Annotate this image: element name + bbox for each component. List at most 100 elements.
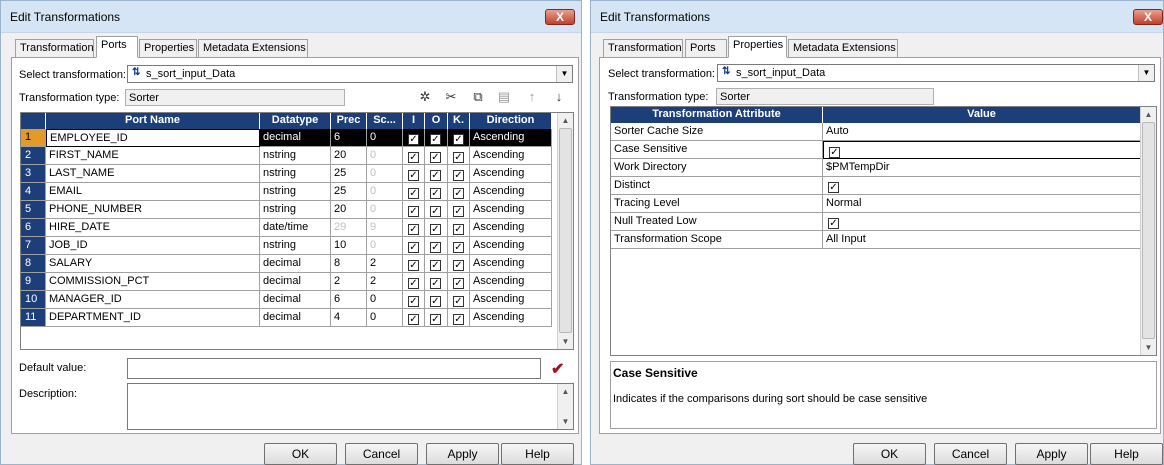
close-button[interactable]: X [1133,9,1163,25]
precision-cell[interactable]: 29 [331,219,367,237]
port-row[interactable]: 2 FIRST_NAME nstring 20 0 ✓ ✓ ✓ Ascending [21,147,552,165]
precision-cell[interactable]: 4 [331,309,367,327]
port-name-cell[interactable]: DEPARTMENT_ID [46,309,260,327]
paste-icon[interactable]: ▤ [495,89,513,105]
cancel-button[interactable]: Cancel [934,443,1007,465]
port-row[interactable]: 1 EMPLOYEE_ID decimal 6 0 ✓ ✓ ✓ Ascending [21,129,552,147]
port-row[interactable]: 3 LAST_NAME nstring 25 0 ✓ ✓ ✓ Ascending [21,165,552,183]
value-cell[interactable]: Auto [823,123,1141,141]
chevron-down-icon[interactable]: ▼ [556,66,572,82]
checkbox-checked-icon[interactable]: ✓ [430,260,441,271]
checkbox-checked-icon[interactable]: ✓ [408,314,419,325]
port-name-cell[interactable]: JOB_ID [46,237,260,255]
description-input[interactable]: ▲ ▼ [127,383,574,430]
column-header-datatype[interactable]: Datatype [260,113,331,129]
port-row[interactable]: 5 PHONE_NUMBER nstring 20 0 ✓ ✓ ✓ Ascending [21,201,552,219]
output-checkbox[interactable]: ✓ [425,255,448,273]
checkbox-checked-icon[interactable]: ✓ [408,296,419,307]
checkbox-checked-icon[interactable]: ✓ [430,152,441,163]
move-down-icon[interactable]: ↓ [550,89,568,105]
datatype-cell[interactable]: nstring [260,237,331,255]
scroll-down-icon[interactable]: ▼ [558,334,573,349]
copy-icon[interactable]: ⧉ [469,89,487,105]
scale-cell[interactable]: 0 [367,291,403,309]
datatype-cell[interactable]: decimal [260,255,331,273]
checkbox-checked-icon[interactable]: ✓ [828,218,839,229]
checkbox-checked-icon[interactable]: ✓ [453,206,464,217]
scale-cell[interactable]: 9 [367,219,403,237]
direction-cell[interactable]: Ascending [470,291,552,309]
checkbox-checked-icon[interactable]: ✓ [453,296,464,307]
scale-cell[interactable]: 0 [367,183,403,201]
scroll-down-icon[interactable]: ▼ [1141,340,1156,355]
tab-transformation[interactable]: Transformation [603,39,683,57]
datatype-cell[interactable]: decimal [260,309,331,327]
checkbox-checked-icon[interactable]: ✓ [408,224,419,235]
precision-cell[interactable]: 8 [331,255,367,273]
checkbox-checked-icon[interactable]: ✓ [408,278,419,289]
ok-button[interactable]: OK [264,443,337,465]
output-checkbox[interactable]: ✓ [425,147,448,165]
scroll-thumb[interactable] [1142,122,1155,339]
new-port-icon[interactable]: ✲ [416,89,434,105]
default-value-input[interactable] [127,358,541,379]
output-checkbox[interactable]: ✓ [425,165,448,183]
input-checkbox[interactable]: ✓ [403,147,425,165]
precision-cell[interactable]: 25 [331,165,367,183]
checkbox-checked-icon[interactable]: ✓ [453,242,464,253]
chevron-down-icon[interactable]: ▼ [1138,65,1154,81]
datatype-cell[interactable]: nstring [260,165,331,183]
port-row[interactable]: 6 HIRE_DATE date/time 29 9 ✓ ✓ ✓ Ascending [21,219,552,237]
precision-cell[interactable]: 6 [331,291,367,309]
port-name-cell[interactable]: PHONE_NUMBER [46,201,260,219]
datatype-cell[interactable]: decimal [260,291,331,309]
precision-cell[interactable]: 2 [331,273,367,291]
input-checkbox[interactable]: ✓ [403,237,425,255]
ok-button[interactable]: OK [853,443,926,465]
move-up-icon[interactable]: ↑ [523,89,541,105]
direction-cell[interactable]: Ascending [470,201,552,219]
input-checkbox[interactable]: ✓ [403,273,425,291]
tab-ports[interactable]: Ports [685,39,727,57]
property-row[interactable]: Transformation Scope All Input [611,231,1141,249]
validate-check-icon[interactable]: ✔ [551,359,564,379]
datatype-cell[interactable]: nstring [260,201,331,219]
port-row[interactable]: 4 EMAIL nstring 25 0 ✓ ✓ ✓ Ascending [21,183,552,201]
apply-button[interactable]: Apply [1015,443,1088,465]
checkbox-checked-icon[interactable]: ✓ [430,170,441,181]
input-checkbox[interactable]: ✓ [403,183,425,201]
datatype-cell[interactable]: decimal [260,273,331,291]
checkbox-checked-icon[interactable]: ✓ [408,206,419,217]
port-name-cell[interactable]: EMAIL [46,183,260,201]
port-row[interactable]: 9 COMMISSION_PCT decimal 2 2 ✓ ✓ ✓ Ascending [21,273,552,291]
properties-vertical-scrollbar[interactable]: ▲ ▼ [1140,107,1156,355]
checkbox-checked-icon[interactable]: ✓ [453,170,464,181]
property-row[interactable]: Work Directory $PMTempDir [611,159,1141,177]
checkbox-checked-icon[interactable]: ✓ [453,134,464,145]
key-checkbox[interactable]: ✓ [448,237,470,255]
close-button[interactable]: X [545,9,575,25]
input-checkbox[interactable]: ✓ [403,309,425,327]
output-checkbox[interactable]: ✓ [425,219,448,237]
checkbox-checked-icon[interactable]: ✓ [430,224,441,235]
property-row[interactable]: Null Treated Low ✓ [611,213,1141,231]
select-transformation-dropdown[interactable]: ⇅ s_sort_input_Data ▼ [717,64,1155,82]
direction-cell[interactable]: Ascending [470,255,552,273]
key-checkbox[interactable]: ✓ [448,147,470,165]
scroll-up-icon[interactable]: ▲ [558,113,573,128]
checkbox-checked-icon[interactable]: ✓ [430,296,441,307]
scroll-up-icon[interactable]: ▲ [1141,107,1156,122]
checkbox-checked-icon[interactable]: ✓ [430,206,441,217]
column-header-precision[interactable]: Prec [331,113,367,129]
checkbox-checked-icon[interactable]: ✓ [828,182,839,193]
scale-cell[interactable]: 0 [367,129,403,147]
direction-cell[interactable]: Ascending [470,273,552,291]
precision-cell[interactable]: 20 [331,147,367,165]
tab-properties[interactable]: Properties [139,39,197,57]
value-cell[interactable]: Normal [823,195,1141,213]
checkbox-checked-icon[interactable]: ✓ [408,260,419,271]
output-checkbox[interactable]: ✓ [425,237,448,255]
checkbox-checked-icon[interactable]: ✓ [453,260,464,271]
checkbox-checked-icon[interactable]: ✓ [453,152,464,163]
direction-cell[interactable]: Ascending [470,129,552,147]
